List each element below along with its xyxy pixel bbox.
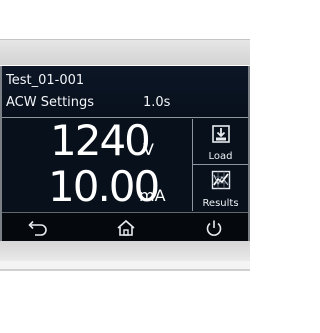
device-bezel-strip xyxy=(0,261,250,269)
load-icon xyxy=(212,125,230,143)
current-row[interactable]: 10.00 mA xyxy=(2,165,192,211)
test-name[interactable]: Test_01-001 xyxy=(6,73,84,88)
voltage-row[interactable]: 1240 V xyxy=(2,119,192,165)
device-bezel-bottom xyxy=(0,241,250,261)
home-icon[interactable] xyxy=(114,219,138,237)
readings-panel: 1240 V 10.00 mA xyxy=(2,119,192,211)
load-label: Load xyxy=(208,151,233,162)
settings-label[interactable]: ACW Settings xyxy=(6,95,94,110)
status-header: Test_01-001 ACW Settings 1.0s xyxy=(2,66,248,118)
device-bezel-top xyxy=(0,39,250,65)
touch-screen: Test_01-001 ACW Settings 1.0s 1240 V 10.… xyxy=(0,66,250,242)
results-icon xyxy=(211,170,231,190)
current-unit: mA xyxy=(139,186,166,205)
results-button[interactable]: Results xyxy=(193,165,248,211)
power-icon[interactable] xyxy=(202,219,226,237)
ramp-time: 1.0s xyxy=(143,95,171,110)
side-menu: Load Results xyxy=(192,119,248,211)
navigation-bar xyxy=(2,212,248,242)
back-icon[interactable] xyxy=(26,219,50,237)
load-button[interactable]: Load xyxy=(193,119,248,165)
results-label: Results xyxy=(202,198,239,209)
voltage-value: 1240 xyxy=(50,116,151,165)
voltage-unit: V xyxy=(143,140,154,159)
device-bezel-line xyxy=(0,269,250,271)
